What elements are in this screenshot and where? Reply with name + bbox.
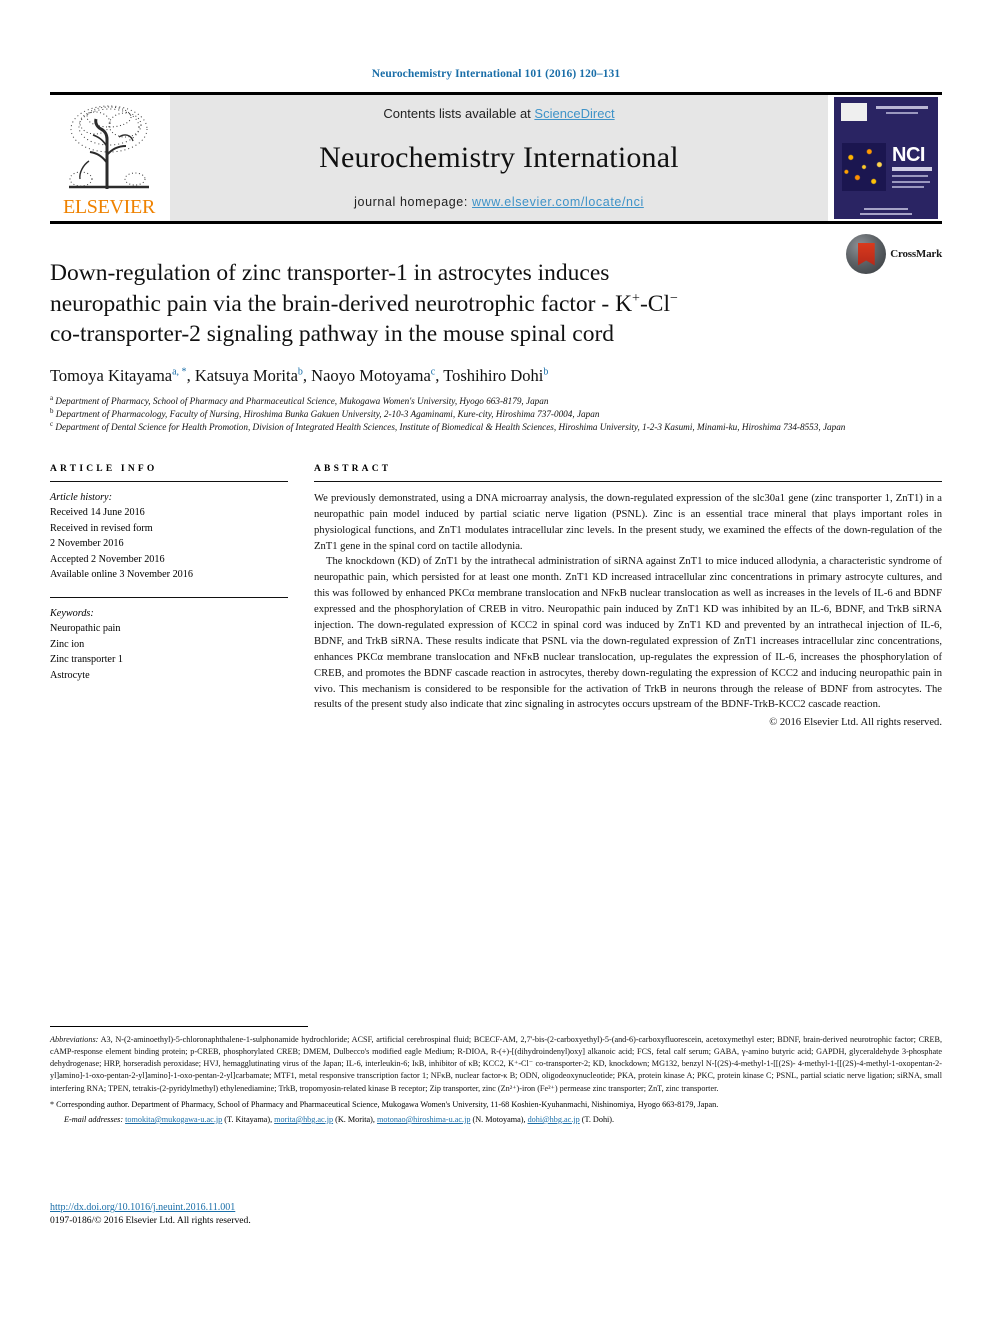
cover-publisher-mark bbox=[841, 103, 867, 121]
email-link-4[interactable]: dohi@hbg.ac.jp bbox=[528, 1115, 580, 1124]
journal-title: Neurochemistry International bbox=[319, 141, 679, 174]
affiliation-a: a Department of Pharmacy, School of Phar… bbox=[50, 393, 942, 408]
doi-link[interactable]: http://dx.doi.org/10.1016/j.neuint.2016.… bbox=[50, 1202, 251, 1213]
crossmark-icon bbox=[846, 234, 887, 274]
journal-cover-thumbnail: NCI bbox=[830, 95, 942, 221]
author-marks-1[interactable]: a, * bbox=[172, 366, 186, 377]
article-page: Neurochemistry International 101 (2016) … bbox=[0, 0, 992, 1323]
email-note: E-mail addresses: tomokita@mukogawa-u.ac… bbox=[64, 1114, 615, 1124]
history-item: 2 November 2016 bbox=[50, 538, 124, 550]
cover-footer-2 bbox=[860, 213, 912, 215]
author-name-1: Tomoya Kitayama bbox=[50, 365, 173, 385]
author-marks-2[interactable]: b bbox=[298, 366, 303, 377]
abstract-paragraph-1: We previously demonstrated, using a DNA … bbox=[314, 492, 942, 552]
journal-masthead: ELSEVIER Contents lists available at Sci… bbox=[50, 95, 942, 221]
cover-subtitle-2 bbox=[892, 175, 928, 177]
abbreviations-text: A3, N-(2-aminoethyl)-5-chloronaphthalene… bbox=[50, 1035, 942, 1093]
homepage-prefix: journal homepage: bbox=[354, 195, 472, 209]
title-line-1: Down-regulation of zinc transporter-1 in… bbox=[50, 260, 610, 286]
keyword-item: Zinc transporter 1 bbox=[50, 654, 123, 666]
title-line-3: co-transporter-2 signaling pathway in th… bbox=[50, 321, 615, 348]
abstract-body: We previously demonstrated, using a DNA … bbox=[314, 482, 942, 731]
contents-prefix: Contents lists available at bbox=[383, 106, 535, 121]
abstract-heading: ABSTRACT bbox=[314, 463, 392, 474]
affiliation-mark-b: b bbox=[50, 406, 54, 415]
title-superscript-minus: − bbox=[669, 290, 678, 306]
cover-header-line-2 bbox=[886, 112, 918, 114]
title-line-2a: neuropathic pain via the brain-derived n… bbox=[50, 290, 633, 317]
article-history-label: Article history: bbox=[50, 491, 112, 503]
issn-copyright-line: 0197-0186/© 2016 Elsevier Ltd. All right… bbox=[50, 1215, 251, 1226]
footnote-separator-rule bbox=[50, 1026, 308, 1027]
email-owner-1: (T. Kitayama) bbox=[224, 1114, 271, 1124]
crossmark-bookmark-shape bbox=[857, 242, 875, 266]
affiliation-mark-c: c bbox=[50, 419, 54, 428]
email-link-2[interactable]: morita@hbg.ac.jp bbox=[274, 1115, 333, 1124]
history-item: Available online 3 November 2016 bbox=[50, 569, 193, 581]
cover-header-line-1 bbox=[876, 106, 928, 109]
article-history-group: Article history: Received 14 June 2016 R… bbox=[50, 482, 288, 583]
cover-art: NCI bbox=[834, 97, 938, 219]
cover-subtitle-3 bbox=[892, 181, 930, 183]
author-marks-4[interactable]: b bbox=[543, 366, 548, 377]
cover-nci-logo: NCI bbox=[892, 144, 925, 166]
affiliation-text-c: Department of Dental Science for Health … bbox=[55, 421, 846, 432]
abstract-paragraph-2: The knockdown (KD) of ZnT1 by the intrat… bbox=[314, 556, 942, 711]
keyword-item: Astrocyte bbox=[50, 669, 90, 681]
title-line-2b: -Cl bbox=[639, 290, 670, 317]
abstract-copyright: © 2016 Elsevier Ltd. All rights reserved… bbox=[769, 717, 942, 729]
author-marks-3[interactable]: c bbox=[431, 366, 435, 377]
affiliation-text-a: Department of Pharmacy, School of Pharma… bbox=[55, 395, 549, 406]
email-owner-3: (N. Motoyama) bbox=[472, 1114, 524, 1124]
keywords-group: Keywords: Neuropathic pain Zinc ion Zinc… bbox=[50, 598, 288, 684]
keywords-label: Keywords: bbox=[50, 607, 94, 619]
title-superscript-plus: + bbox=[632, 290, 640, 306]
running-head: Neurochemistry International 101 (2016) … bbox=[371, 68, 621, 80]
cover-subtitle-4 bbox=[892, 186, 924, 188]
abbreviations-label: Abbreviations: bbox=[50, 1035, 99, 1044]
journal-homepage-line: journal homepage: www.elsevier.com/locat… bbox=[354, 195, 644, 209]
cover-footer-1 bbox=[864, 208, 908, 210]
keyword-item: Zinc ion bbox=[50, 638, 85, 650]
title-block: CrossMark Down-regulation of zinc transp… bbox=[50, 224, 942, 434]
info-abstract-row: ARTICLE INFO Article history: Received 1… bbox=[50, 464, 942, 731]
email-link-1[interactable]: tomokita@mukogawa-u.ac.jp bbox=[125, 1115, 222, 1124]
page-title: Down-regulation of zinc transporter-1 in… bbox=[50, 258, 795, 350]
journal-homepage-link[interactable]: www.elsevier.com/locate/nci bbox=[472, 195, 644, 209]
affiliation-mark-a: a bbox=[50, 393, 54, 402]
contents-line: Contents lists available at ScienceDirec… bbox=[383, 106, 614, 121]
affiliation-b: b Department of Pharmacology, Faculty of… bbox=[50, 406, 942, 421]
elsevier-wordmark: ELSEVIER bbox=[62, 196, 156, 218]
history-item: Received in revised form bbox=[50, 522, 153, 534]
sciencedirect-link[interactable]: ScienceDirect bbox=[534, 106, 614, 121]
email-owner-2: (K. Morita) bbox=[335, 1114, 373, 1124]
corresponding-author-note: * Corresponding author. Department of Ph… bbox=[50, 1099, 719, 1109]
doi-block: http://dx.doi.org/10.1016/j.neuint.2016.… bbox=[50, 1202, 251, 1226]
cover-subtitle-1 bbox=[892, 167, 932, 171]
abstract-column: ABSTRACT We previously demonstrated, usi… bbox=[314, 464, 942, 731]
history-item: Accepted 2 November 2016 bbox=[50, 553, 165, 565]
email-link-3[interactable]: motonao@hiroshima-u.ac.jp bbox=[377, 1115, 471, 1124]
affiliation-c: c Department of Dental Science for Healt… bbox=[50, 419, 942, 434]
author-list: Tomoya Kitayamaa, *, Katsuya Moritab, Na… bbox=[50, 365, 549, 385]
author-name-3: Naoyo Motoyama bbox=[311, 365, 431, 385]
abbreviations-note: Abbreviations: A3, N-(2-aminoethyl)-5-ch… bbox=[50, 1034, 942, 1095]
author-name-2: Katsuya Morita bbox=[194, 365, 298, 385]
keyword-item: Neuropathic pain bbox=[50, 623, 121, 635]
elsevier-logo: ELSEVIER bbox=[50, 95, 168, 221]
author-name-4: Toshihiro Dohi bbox=[443, 365, 544, 385]
crossmark-label: CrossMark bbox=[890, 248, 942, 260]
cover-neuron-image bbox=[842, 143, 886, 191]
history-item: Received 14 June 2016 bbox=[50, 507, 145, 519]
crossmark-badge[interactable]: CrossMark bbox=[846, 234, 942, 274]
email-label: E-mail addresses: bbox=[64, 1114, 124, 1124]
affiliation-list: a Department of Pharmacy, School of Phar… bbox=[50, 393, 942, 434]
masthead-center: Contents lists available at ScienceDirec… bbox=[170, 95, 828, 221]
article-info-heading: ARTICLE INFO bbox=[50, 463, 158, 474]
article-info-column: ARTICLE INFO Article history: Received 1… bbox=[50, 464, 314, 731]
footnotes-block: Abbreviations: A3, N-(2-aminoethyl)-5-ch… bbox=[50, 1026, 942, 1126]
elsevier-tree-icon bbox=[69, 105, 149, 189]
email-owner-4: (T. Dohi) bbox=[581, 1114, 613, 1124]
affiliation-text-b: Department of Pharmacology, Faculty of N… bbox=[55, 408, 600, 419]
